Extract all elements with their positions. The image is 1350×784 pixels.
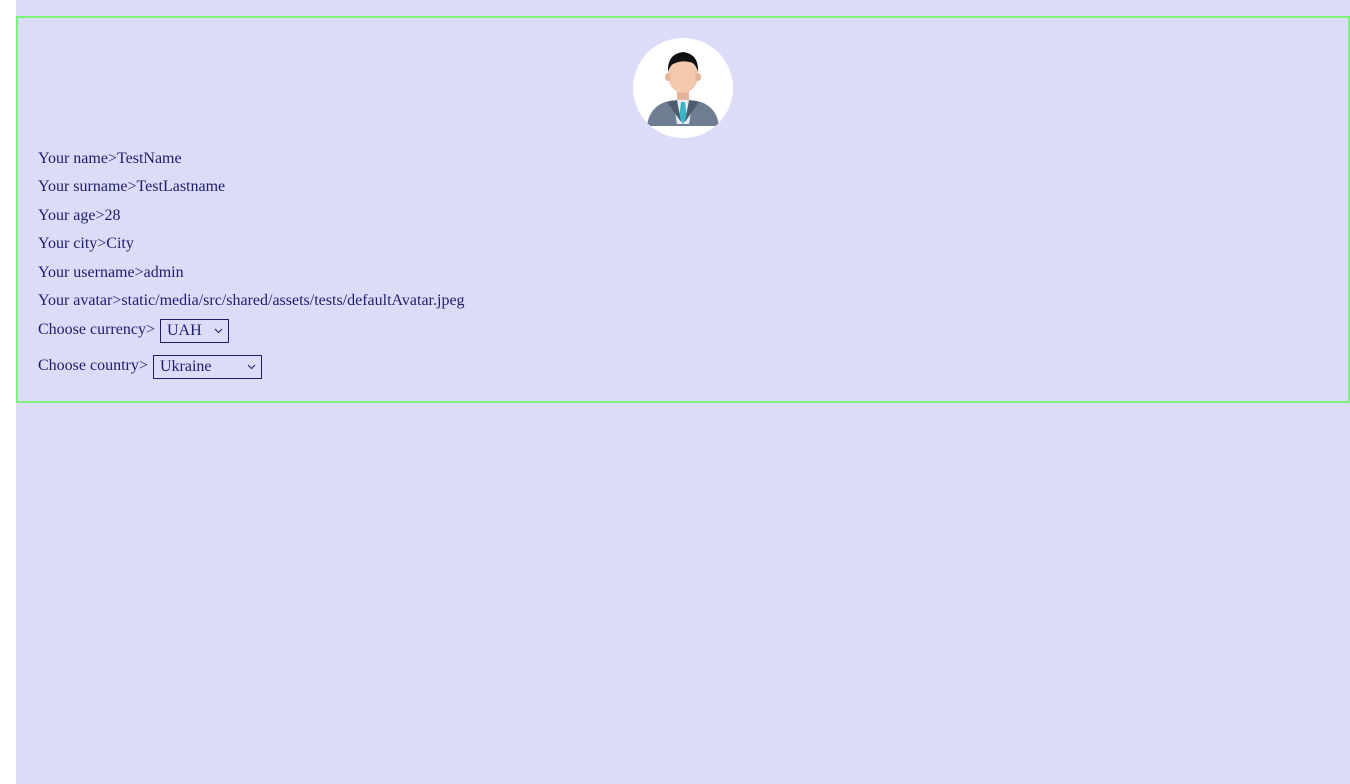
city-row: Your city>City — [38, 235, 134, 253]
country-selected-value: Ukraine — [160, 358, 212, 375]
surname-row: Your surname>TestLastname — [38, 178, 225, 196]
profile-card: Your name>TestName Your surname>TestLast… — [16, 16, 1350, 403]
avatar-row: Your avatar>static/media/src/shared/asse… — [38, 292, 465, 310]
currency-label: Choose currency> — [38, 321, 155, 338]
chevron-down-icon — [247, 364, 256, 370]
currency-selected-value: UAH — [167, 322, 202, 339]
username-label: Your username> — [38, 264, 144, 281]
age-label: Your age> — [38, 207, 105, 224]
chevron-down-icon — [214, 328, 223, 334]
city-label: Your city> — [38, 235, 107, 252]
user-avatar-icon — [633, 38, 733, 138]
name-row: Your name>TestName — [38, 150, 182, 168]
surname-value: TestLastname — [136, 178, 226, 195]
age-row: Your age>28 — [38, 207, 121, 225]
username-row: Your username>admin — [38, 264, 184, 282]
username-value: admin — [143, 264, 184, 281]
currency-select[interactable]: UAH — [160, 319, 229, 343]
name-value: TestName — [116, 150, 182, 167]
avatar-path-label: Your avatar> — [38, 292, 122, 309]
country-row: Choose country> — [38, 357, 148, 375]
avatar — [633, 38, 733, 138]
country-label: Choose country> — [38, 357, 148, 374]
surname-label: Your surname> — [38, 178, 137, 195]
country-select[interactable]: Ukraine — [153, 355, 262, 379]
city-value: City — [106, 235, 134, 252]
page-background: Your name>TestName Your surname>TestLast… — [16, 0, 1350, 784]
age-value: 28 — [104, 207, 121, 224]
currency-row: Choose currency> — [38, 321, 155, 339]
name-label: Your name> — [38, 150, 117, 167]
avatar-path-value: static/media/src/shared/assets/tests/def… — [121, 292, 465, 309]
